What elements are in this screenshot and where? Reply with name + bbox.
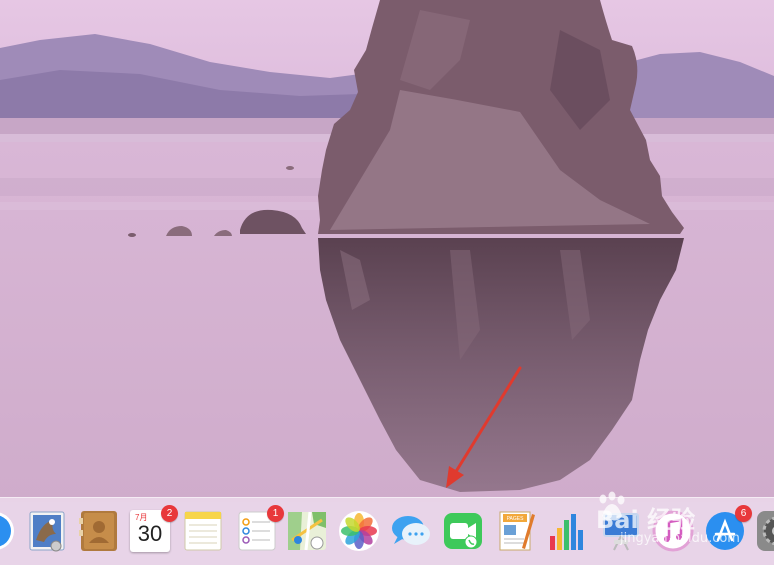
reminders-badge: 1	[267, 505, 284, 522]
dock-item-safari[interactable]	[0, 510, 16, 552]
contacts-icon	[79, 511, 117, 551]
photos-icon	[339, 511, 379, 551]
watermark-url: jingyan.baidu.com	[620, 531, 740, 546]
facetime-icon	[444, 513, 482, 549]
annotation-arrow	[446, 366, 522, 488]
dock-item-contacts[interactable]	[78, 510, 120, 552]
dock-item-calendar[interactable]: 7月 30 2	[130, 505, 178, 552]
messages-icon	[392, 516, 430, 545]
dock-item-numbers[interactable]	[546, 510, 588, 552]
safari-icon	[0, 512, 14, 550]
watermark-title: Bai 经验	[596, 506, 696, 534]
app-store-badge: 6	[735, 505, 752, 522]
mail-icon	[29, 511, 65, 552]
dock-item-photos[interactable]	[338, 510, 380, 552]
notes-icon	[184, 511, 222, 551]
pages-icon: PAGES	[499, 511, 535, 551]
system-preferences-icon	[757, 511, 774, 551]
pages-label: PAGES	[507, 516, 525, 522]
dock-item-notes[interactable]	[182, 510, 224, 552]
dock-item-mail[interactable]	[26, 510, 68, 552]
calendar-badge: 2	[161, 505, 178, 522]
dock-item-maps[interactable]	[286, 510, 328, 552]
dock-item-reminders[interactable]: 1	[236, 505, 284, 552]
dock-item-facetime[interactable]	[442, 510, 484, 552]
numbers-icon	[550, 514, 583, 550]
calendar-day: 30	[137, 521, 163, 546]
dock-item-system-preferences[interactable]	[756, 510, 774, 552]
dock-item-pages[interactable]: PAGES	[494, 510, 536, 552]
dock-item-messages[interactable]	[390, 510, 432, 552]
maps-icon	[288, 511, 326, 551]
